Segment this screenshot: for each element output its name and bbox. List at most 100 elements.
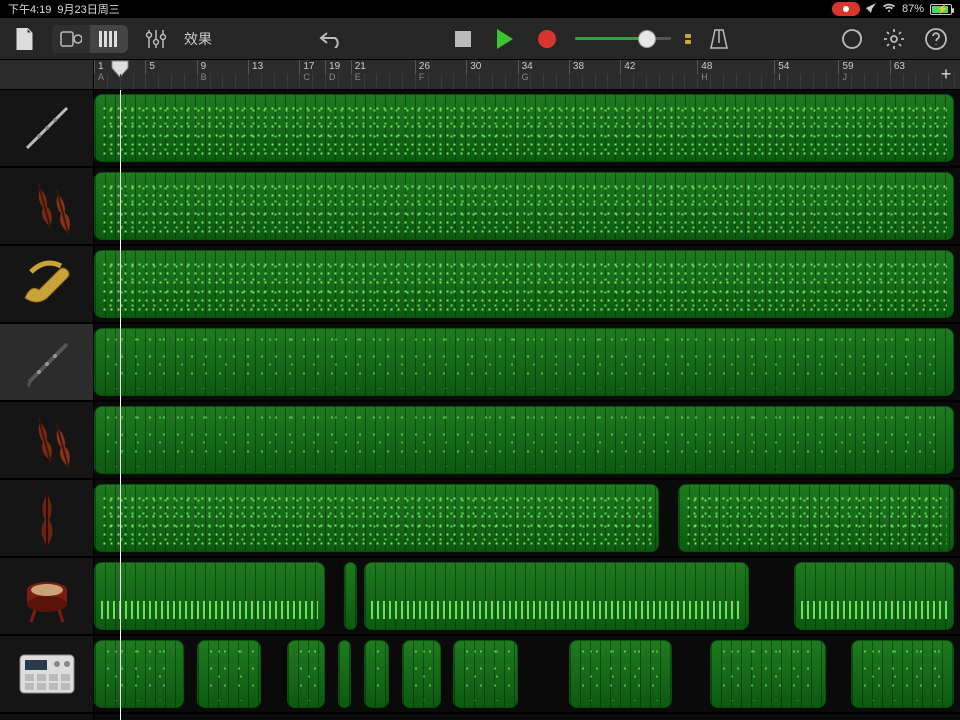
midi-region[interactable]	[338, 640, 351, 708]
loop-browser-button[interactable]	[838, 25, 866, 53]
ruler-tick-number: 48	[701, 62, 712, 72]
midi-region[interactable]	[287, 640, 326, 708]
ruler-tick: 1A	[94, 60, 104, 89]
midi-region[interactable]	[364, 640, 390, 708]
track-row-cello[interactable]	[94, 480, 960, 558]
brass-icon	[17, 254, 77, 314]
midi-notes	[294, 647, 319, 701]
midi-region[interactable]	[453, 640, 517, 708]
midi-notes	[204, 647, 254, 701]
flute-icon	[17, 98, 77, 158]
ruler-tick-number: 38	[573, 62, 584, 72]
midi-notes	[685, 491, 947, 545]
ruler-tick-number: 1	[98, 62, 104, 72]
metronome-button[interactable]	[705, 25, 733, 53]
help-button[interactable]	[922, 25, 950, 53]
track-headers-column	[0, 60, 94, 720]
midi-notes	[576, 647, 665, 701]
midi-region[interactable]	[710, 640, 826, 708]
ruler-tick-number: 17	[303, 62, 314, 72]
track-header-cello[interactable]	[0, 480, 93, 558]
midi-region[interactable]	[94, 562, 325, 630]
midi-region[interactable]	[94, 328, 954, 396]
ruler-tick-number: 30	[470, 62, 481, 72]
tracks-canvas[interactable]	[94, 90, 960, 714]
violins-icon	[17, 176, 77, 236]
midi-notes	[371, 647, 383, 701]
view-toggle	[52, 25, 128, 53]
wifi-icon	[882, 3, 896, 16]
charging-icon: ⚡	[937, 4, 948, 15]
ruler-tick-number: 59	[842, 62, 853, 72]
ruler-tick: 5	[145, 60, 155, 89]
instrument-view-button[interactable]	[52, 25, 90, 53]
ruler-tick-number: 5	[149, 62, 155, 72]
machine-icon	[17, 644, 77, 704]
ruler-tick-number: 63	[894, 62, 905, 72]
midi-region[interactable]	[94, 250, 954, 318]
midi-region[interactable]	[678, 484, 954, 552]
track-header-drums[interactable]	[0, 558, 93, 636]
track-header-strings-1[interactable]	[0, 168, 93, 246]
track-row-drum-machine[interactable]	[94, 636, 960, 714]
settings-button[interactable]	[880, 25, 908, 53]
ruler-tick-number: 19	[329, 62, 340, 72]
undo-button[interactable]	[317, 25, 345, 53]
midi-region[interactable]	[94, 406, 954, 474]
track-header-strings-2[interactable]	[0, 402, 93, 480]
midi-notes	[460, 647, 510, 701]
midi-notes	[801, 601, 947, 619]
add-section-button[interactable]: +	[936, 64, 956, 84]
midi-region[interactable]	[364, 562, 749, 630]
ruler[interactable]: + 1A59B1317C19D21E26F3034G384248H54I59J6…	[94, 60, 960, 90]
midi-region[interactable]	[94, 94, 954, 162]
status-date: 9月23日周三	[57, 1, 119, 17]
midi-region[interactable]	[402, 640, 441, 708]
ruler-tick-label: A	[98, 72, 104, 82]
midi-notes	[371, 601, 742, 619]
track-row-strings-2[interactable]	[94, 402, 960, 480]
track-header-brass[interactable]	[0, 246, 93, 324]
my-songs-button[interactable]	[10, 25, 38, 53]
midi-region[interactable]	[569, 640, 672, 708]
midi-notes	[101, 257, 947, 311]
midi-region[interactable]	[94, 484, 659, 552]
track-row-brass[interactable]	[94, 246, 960, 324]
track-row-flute[interactable]	[94, 90, 960, 168]
workspace: + 1A59B1317C19D21E26F3034G384248H54I59J6…	[0, 60, 960, 720]
screen-recording-indicator	[832, 2, 860, 16]
ruler-tick-number: 9	[201, 62, 207, 72]
midi-notes	[409, 647, 434, 701]
track-row-clarinet[interactable]	[94, 324, 960, 402]
midi-region[interactable]	[344, 562, 357, 630]
midi-region[interactable]	[94, 172, 954, 240]
midi-region[interactable]	[197, 640, 261, 708]
midi-notes	[101, 601, 318, 619]
midi-region[interactable]	[851, 640, 954, 708]
track-row-drums[interactable]	[94, 558, 960, 636]
fx-button[interactable]: 效果	[184, 29, 212, 49]
midi-notes	[101, 335, 947, 389]
track-header-drum-machine[interactable]	[0, 636, 93, 714]
track-header-clarinet[interactable]	[0, 324, 93, 402]
midi-region[interactable]	[94, 640, 184, 708]
record-button[interactable]	[533, 25, 561, 53]
stop-button[interactable]	[449, 25, 477, 53]
level-meter	[685, 34, 691, 44]
status-bar: 下午4:19 9月23日周三 87% ⚡	[0, 0, 960, 18]
track-header-flute[interactable]	[0, 90, 93, 168]
ruler-tick-number: 13	[252, 62, 263, 72]
status-time: 下午4:19	[8, 1, 51, 17]
ruler-tick-number: 42	[624, 62, 635, 72]
track-row-strings-1[interactable]	[94, 168, 960, 246]
tracks-view-button[interactable]	[90, 25, 128, 53]
playhead-line	[120, 90, 121, 720]
volume-slider[interactable]	[575, 31, 671, 47]
taiko-icon	[17, 566, 77, 626]
play-button[interactable]	[491, 25, 519, 53]
track-controls-button[interactable]	[142, 25, 170, 53]
midi-region[interactable]	[794, 562, 954, 630]
location-icon	[866, 3, 876, 16]
timeline-area[interactable]: + 1A59B1317C19D21E26F3034G384248H54I59J6…	[94, 60, 960, 720]
ruler-spacer	[0, 60, 93, 90]
